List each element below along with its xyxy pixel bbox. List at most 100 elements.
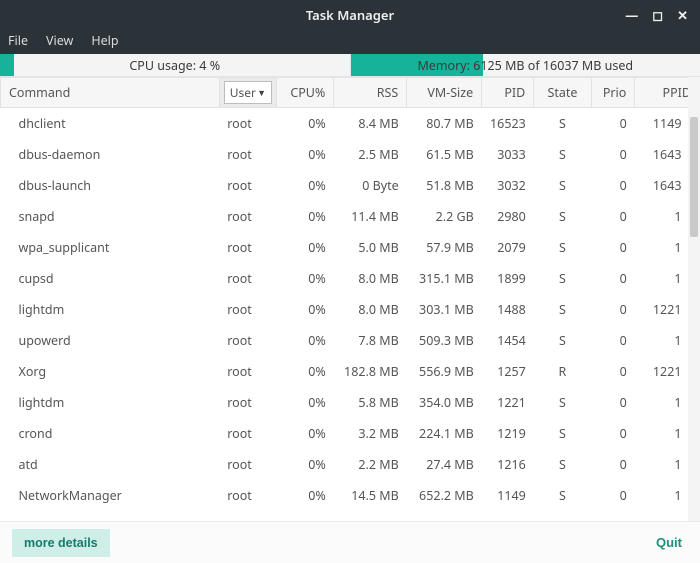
cell-pid: 2079 bbox=[482, 232, 534, 263]
process-table-wrap: Command User ▼ CPU% RSS VM-Size PID Stat… bbox=[0, 76, 700, 521]
cell-pid: 3033 bbox=[482, 139, 534, 170]
cell-pid: 3032 bbox=[482, 170, 534, 201]
col-prio[interactable]: Prio bbox=[591, 78, 635, 108]
cell-command: Xorg bbox=[1, 356, 220, 387]
cell-command: abrt-dump-journal-xorg bbox=[1, 511, 220, 522]
close-icon[interactable]: ✕ bbox=[677, 6, 688, 24]
cell-user: root bbox=[219, 356, 276, 387]
col-cpu[interactable]: CPU% bbox=[277, 78, 334, 108]
cpu-meter-label: CPU usage: 4 % bbox=[129, 57, 220, 74]
cell-user: root bbox=[219, 170, 276, 201]
quit-button[interactable]: Quit bbox=[650, 528, 688, 557]
cell-vm: 509.3 MB bbox=[407, 325, 482, 356]
maximize-icon[interactable]: ◻ bbox=[652, 6, 663, 24]
cell-user: root bbox=[219, 480, 276, 511]
col-user[interactable]: User ▼ bbox=[219, 78, 276, 108]
cell-prio: 0 bbox=[591, 170, 635, 201]
cell-cpu: 0% bbox=[277, 325, 334, 356]
memory-meter[interactable]: Memory: 6125 MB of 16037 MB used bbox=[351, 54, 700, 76]
cpu-meter[interactable]: CPU usage: 4 % bbox=[0, 54, 351, 76]
cell-state: S bbox=[534, 263, 591, 294]
cell-prio: 0 bbox=[591, 201, 635, 232]
table-row[interactable]: wpa_supplicantroot0%5.0 MB57.9 MB2079S01 bbox=[1, 232, 700, 263]
cell-vm: 2.2 GB bbox=[407, 201, 482, 232]
table-row[interactable]: snapdroot0%11.4 MB2.2 GB2980S01 bbox=[1, 201, 700, 232]
cell-cpu: 0% bbox=[277, 263, 334, 294]
cell-rss: 0 Byte bbox=[334, 170, 407, 201]
table-row[interactable]: dbus-daemonroot0%2.5 MB61.5 MB3033S01643 bbox=[1, 139, 700, 170]
table-row[interactable]: cupsdroot0%8.0 MB315.1 MB1899S01 bbox=[1, 263, 700, 294]
cell-command: lightdm bbox=[1, 294, 220, 325]
table-row[interactable]: crondroot0%3.2 MB224.1 MB1219S01 bbox=[1, 418, 700, 449]
cell-prio: 0 bbox=[591, 356, 635, 387]
process-table: Command User ▼ CPU% RSS VM-Size PID Stat… bbox=[0, 77, 700, 521]
window-title: Task Manager bbox=[0, 6, 700, 24]
cell-command: crond bbox=[1, 418, 220, 449]
cell-command: atd bbox=[1, 449, 220, 480]
col-rss[interactable]: RSS bbox=[334, 78, 407, 108]
col-state[interactable]: State bbox=[534, 78, 591, 108]
chevron-down-icon: ▼ bbox=[257, 86, 266, 99]
menu-help[interactable]: Help bbox=[91, 32, 118, 49]
cell-state: S bbox=[534, 294, 591, 325]
cell-rss: 8.0 MB bbox=[334, 294, 407, 325]
col-pid[interactable]: PID bbox=[482, 78, 534, 108]
scrollbar-thumb[interactable] bbox=[690, 117, 698, 237]
cell-cpu: 0% bbox=[277, 418, 334, 449]
cell-command: wpa_supplicant bbox=[1, 232, 220, 263]
table-row[interactable]: dhclientroot0%8.4 MB80.7 MB16523S01149 bbox=[1, 108, 700, 139]
cell-pid: 2980 bbox=[482, 201, 534, 232]
menu-view[interactable]: View bbox=[46, 32, 73, 49]
menu-file[interactable]: File bbox=[8, 32, 28, 49]
cell-rss: 8.0 MB bbox=[334, 263, 407, 294]
table-header-row: Command User ▼ CPU% RSS VM-Size PID Stat… bbox=[1, 78, 700, 108]
table-row[interactable]: lightdmroot0%8.0 MB303.1 MB1488S01221 bbox=[1, 294, 700, 325]
cell-command: lightdm bbox=[1, 387, 220, 418]
cell-cpu: 0% bbox=[277, 387, 334, 418]
cell-vm: 366.0 MB bbox=[407, 511, 482, 522]
menubar: File View Help bbox=[0, 30, 700, 54]
cell-pid: 1221 bbox=[482, 387, 534, 418]
cell-command: dhclient bbox=[1, 108, 220, 139]
cell-user: root bbox=[219, 511, 276, 522]
cell-rss: 8.1 MB bbox=[334, 511, 407, 522]
table-row[interactable]: abrt-dump-journal-xorgroot0%8.1 MB366.0 … bbox=[1, 511, 700, 522]
cell-user: root bbox=[219, 263, 276, 294]
cell-command: NetworkManager bbox=[1, 480, 220, 511]
memory-meter-label: Memory: 6125 MB of 16037 MB used bbox=[417, 57, 633, 74]
cell-prio: 0 bbox=[591, 387, 635, 418]
table-row[interactable]: Xorgroot0%182.8 MB556.9 MB1257R01221 bbox=[1, 356, 700, 387]
cell-prio: 0 bbox=[591, 294, 635, 325]
cell-vm: 51.8 MB bbox=[407, 170, 482, 201]
cell-state: S bbox=[534, 201, 591, 232]
more-details-button[interactable]: more details bbox=[12, 529, 110, 557]
cell-user: root bbox=[219, 201, 276, 232]
table-row[interactable]: atdroot0%2.2 MB27.4 MB1216S01 bbox=[1, 449, 700, 480]
cell-cpu: 0% bbox=[277, 356, 334, 387]
table-row[interactable]: upowerdroot0%7.8 MB509.3 MB1454S01 bbox=[1, 325, 700, 356]
cell-state: S bbox=[534, 511, 591, 522]
cell-vm: 303.1 MB bbox=[407, 294, 482, 325]
cell-user: root bbox=[219, 139, 276, 170]
user-select[interactable]: User ▼ bbox=[224, 81, 272, 104]
cell-pid: 1216 bbox=[482, 449, 534, 480]
table-row[interactable]: lightdmroot0%5.8 MB354.0 MB1221S01 bbox=[1, 387, 700, 418]
cell-cpu: 0% bbox=[277, 294, 334, 325]
cell-rss: 182.8 MB bbox=[334, 356, 407, 387]
cell-cpu: 0% bbox=[277, 480, 334, 511]
cell-rss: 14.5 MB bbox=[334, 480, 407, 511]
cell-state: S bbox=[534, 387, 591, 418]
table-row[interactable]: NetworkManagerroot0%14.5 MB652.2 MB1149S… bbox=[1, 480, 700, 511]
cell-prio: 0 bbox=[591, 108, 635, 139]
cell-cpu: 0% bbox=[277, 139, 334, 170]
cell-cpu: 0% bbox=[277, 511, 334, 522]
cell-rss: 8.4 MB bbox=[334, 108, 407, 139]
scrollbar[interactable] bbox=[688, 77, 700, 521]
minimize-icon[interactable]: — bbox=[625, 6, 638, 24]
table-row[interactable]: dbus-launchroot0%0 Byte51.8 MB3032S01643 bbox=[1, 170, 700, 201]
cell-user: root bbox=[219, 387, 276, 418]
cell-user: root bbox=[219, 449, 276, 480]
col-command[interactable]: Command bbox=[1, 78, 220, 108]
col-vm[interactable]: VM-Size bbox=[407, 78, 482, 108]
cell-user: root bbox=[219, 232, 276, 263]
